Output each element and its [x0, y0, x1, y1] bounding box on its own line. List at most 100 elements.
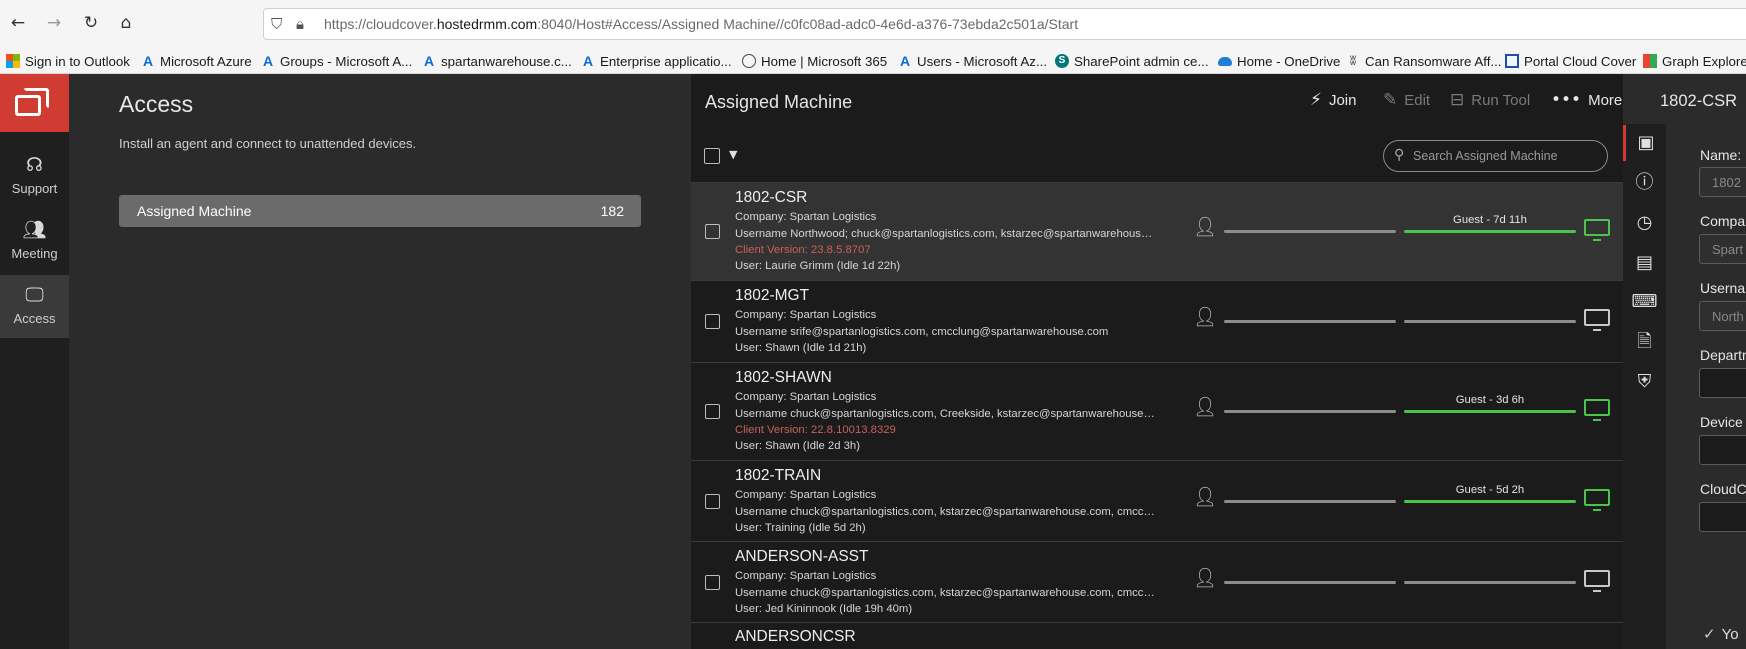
detail-tab-strip: ▣ ⓘ ◷ ▤ ⌨ 🗎 ⛨ — [1623, 124, 1666, 649]
clock-icon[interactable]: ◷ — [1623, 205, 1666, 241]
more-button[interactable]: ••• More — [1551, 90, 1622, 110]
bookmark-microsoft-365[interactable]: Home | Microsoft 365 — [742, 52, 887, 70]
nav-access[interactable]: 🖵 Access — [0, 275, 69, 338]
guest-status: Guest - 5d 2h — [1455, 484, 1525, 496]
monitor-icon[interactable] — [1584, 219, 1610, 241]
azure-icon: A — [899, 53, 911, 69]
guest-status: Guest - 7d 11h — [1453, 214, 1527, 226]
host-connection-bar — [1224, 410, 1396, 413]
device-label: Device — [1700, 414, 1743, 430]
host-person-icon: 👤︎ — [1193, 306, 1218, 328]
row-checkbox[interactable] — [705, 404, 720, 419]
table-row[interactable]: 1802-MGT Company: Spartan Logistics User… — [691, 280, 1623, 362]
company-label: Compa — [1700, 213, 1746, 229]
shield-icon[interactable]: ⛉ — [271, 15, 282, 33]
terminal-icon[interactable]: ⌨ — [1623, 284, 1666, 320]
host-person-icon: 👤︎ — [1193, 396, 1218, 418]
machine-username: Username chuck@spartanlogistics.com, kst… — [735, 506, 1155, 518]
monitor-icon[interactable] — [1584, 399, 1610, 421]
row-checkbox[interactable] — [705, 224, 720, 239]
info-icon[interactable]: ⓘ — [1623, 165, 1666, 201]
forward-arrow-icon[interactable]: → — [43, 12, 65, 34]
table-row[interactable]: 1802-TRAIN Company: Spartan Logistics Us… — [691, 460, 1623, 541]
chat-icon[interactable]: ▤ — [1623, 245, 1666, 281]
reload-icon[interactable]: ↻ — [80, 12, 102, 34]
cloud-field[interactable] — [1699, 502, 1746, 532]
monitor-icon[interactable] — [1584, 570, 1610, 592]
machine-user: User: Jed Kininnook (Idle 19h 40m) — [735, 603, 913, 615]
bookmark-onedrive[interactable]: Home - OneDrive — [1218, 52, 1340, 70]
contact-card-icon[interactable]: ▣ — [1623, 125, 1666, 161]
home-icon[interactable]: ⌂ — [115, 12, 137, 34]
shield-icon[interactable]: ⛨ — [1623, 364, 1666, 400]
document-icon[interactable]: 🗎 — [1623, 324, 1666, 360]
machine-name: 1802-TRAIN — [735, 467, 822, 484]
nav-meeting[interactable]: 👥︎ Meeting — [0, 210, 69, 273]
url-text[interactable]: https://cloudcover.hostedrmm.com:8040/Ho… — [324, 16, 1078, 32]
ransomware-icon: ʬ — [1349, 53, 1357, 68]
name-field[interactable]: 1802 — [1699, 167, 1746, 197]
machine-name: 1802-MGT — [735, 287, 810, 304]
microsoft-icon — [6, 54, 20, 68]
bookmark-microsoft-azure[interactable]: A Microsoft Azure — [141, 52, 252, 70]
list-title: Assigned Machine — [705, 92, 853, 112]
bookmark-spartanwarehouse[interactable]: Aspartanwarehouse.c... — [422, 52, 572, 70]
monitor-icon[interactable] — [1584, 309, 1610, 331]
row-checkbox[interactable] — [705, 314, 720, 329]
app: ☊ Support 👥︎ Meeting 🖵 Access Access Ins… — [0, 74, 1746, 649]
username-field[interactable]: North — [1699, 301, 1746, 331]
graph-icon — [1643, 54, 1657, 68]
onedrive-icon — [1218, 56, 1232, 66]
bookmark-sharepoint-admin[interactable]: S SharePoint admin ce... — [1055, 52, 1209, 70]
guest-connection-bar — [1404, 500, 1576, 503]
search-input[interactable] — [1413, 147, 1601, 165]
device-field[interactable] — [1699, 435, 1746, 465]
bookmark-graph-explorer[interactable]: Graph Explorer — [1643, 52, 1746, 70]
machine-name: ANDERSONCSR — [735, 628, 856, 645]
select-all-checkbox[interactable] — [704, 148, 720, 164]
bookmark-enterprise-applications[interactable]: A Enterprise applicatio... — [581, 52, 732, 70]
row-checkbox[interactable] — [705, 494, 720, 509]
logo[interactable] — [0, 74, 69, 132]
detail-panel: 1802-CSR ▣ ⓘ ◷ ▤ ⌨ 🗎 ⛨ Name: 1802 Compa … — [1623, 74, 1746, 649]
azure-icon: A — [582, 53, 594, 69]
machine-user: User: Shawn (Idle 1d 21h) — [735, 342, 867, 354]
bookmark-ransomware[interactable]: ʬ Can Ransomware Aff... — [1346, 52, 1502, 70]
run-tool-button[interactable]: ⊟ Run Tool — [1450, 90, 1530, 110]
machine-list-panel: Assigned Machine ⚡︎ Join ✎ Edit ⊟ Run Tool … — [691, 74, 1623, 649]
bookmark-groups[interactable]: A Groups - Microsoft A... — [261, 52, 412, 70]
monitor-icon[interactable] — [1584, 489, 1610, 511]
left-nav: ☊ Support 👥︎ Meeting 🖵 Access — [0, 74, 69, 649]
sharepoint-icon: S — [1055, 54, 1069, 68]
client-version: Client Version: 23.8.5.8707 — [735, 244, 871, 256]
chevron-down-icon[interactable]: ▼ — [729, 148, 737, 161]
machine-name: 1802-CSR — [735, 189, 808, 206]
address-bar[interactable]: ⛉ 🔒︎ https://cloudcover.hostedrmm.com:80… — [263, 8, 1746, 40]
guest-connection-bar — [1404, 320, 1576, 323]
machine-company: Company: Spartan Logistics — [735, 391, 877, 403]
machine-username: Username chuck@spartanlogistics.com, kst… — [735, 587, 1155, 599]
table-row[interactable]: 1802-SHAWN Company: Spartan Logistics Us… — [691, 362, 1623, 460]
table-row[interactable]: ANDERSON-ASST Company: Spartan Logistics… — [691, 541, 1623, 622]
bookmark-users[interactable]: A Users - Microsoft Az... — [898, 52, 1047, 70]
company-field[interactable]: Spart — [1699, 234, 1746, 264]
people-icon: 👥︎ — [22, 219, 47, 241]
machine-name: 1802-SHAWN — [735, 369, 832, 386]
guest-connection-bar — [1404, 581, 1576, 584]
department-field[interactable] — [1699, 368, 1746, 398]
azure-icon: A — [423, 53, 435, 69]
table-row[interactable]: 1802-CSR Company: Spartan Logistics User… — [691, 182, 1623, 280]
back-arrow-icon[interactable]: ← — [7, 12, 29, 34]
bookmark-sign-in-outlook[interactable]: Sign in to Outlook — [6, 52, 130, 70]
machine-user: User: Training (Idle 5d 2h) — [735, 522, 866, 534]
row-checkbox[interactable] — [705, 575, 720, 590]
group-count: 182 — [600, 203, 624, 219]
bookmark-portal-cloud-cover[interactable]: Portal Cloud Cover — [1505, 52, 1636, 70]
machine-company: Company: Spartan Logistics — [735, 489, 877, 501]
nav-support[interactable]: ☊ Support — [0, 145, 69, 208]
join-button[interactable]: ⚡︎ Join — [1310, 90, 1356, 110]
table-row[interactable]: ANDERSONCSR — [691, 622, 1623, 649]
edit-button[interactable]: ✎ Edit — [1383, 90, 1430, 110]
assigned-machine-group[interactable]: Assigned Machine 182 — [119, 195, 641, 227]
lock-icon[interactable]: 🔒︎ — [296, 15, 304, 33]
